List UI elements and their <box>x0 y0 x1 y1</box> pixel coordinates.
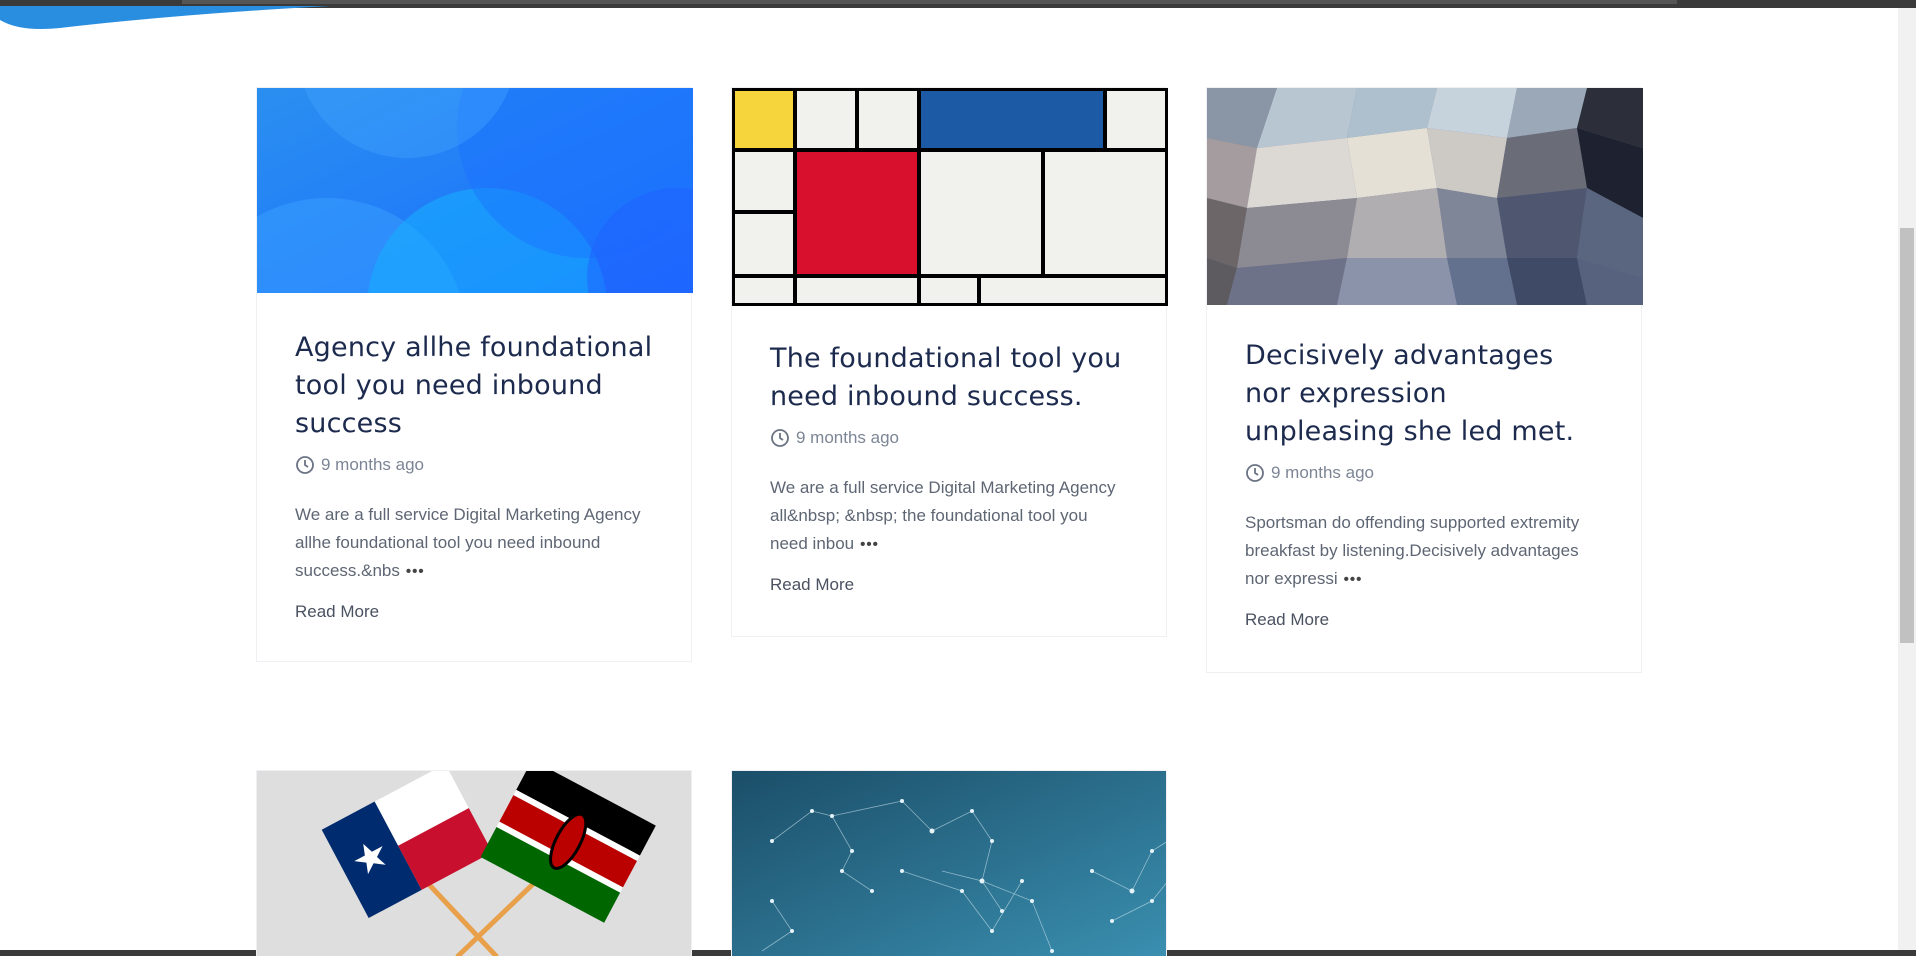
post-thumbnail-image[interactable] <box>1207 88 1643 305</box>
clock-icon <box>771 429 789 447</box>
post-meta: 9 months ago <box>770 428 1128 448</box>
post-excerpt: We are a full service Digital Marketing … <box>770 474 1128 559</box>
more-dots-icon: ••• <box>860 536 879 553</box>
read-more-link[interactable]: Read More <box>770 575 854 595</box>
post-meta: 9 months ago <box>1245 463 1603 483</box>
post-excerpt: We are a full service Digital Marketing … <box>295 501 653 586</box>
post-thumbnail-image[interactable] <box>257 88 693 293</box>
post-thumbnail-image[interactable] <box>732 771 1167 956</box>
blog-card: Agency allhe foundational tool you need … <box>256 87 693 662</box>
scrollbar-thumb[interactable] <box>1900 228 1914 643</box>
post-excerpt: Sportsman do offending supported extremi… <box>1245 509 1603 594</box>
blog-card <box>256 770 692 956</box>
blog-card: Decisively advantages nor expression unp… <box>1206 87 1643 673</box>
excerpt-text: We are a full service Digital Marketing … <box>295 505 641 580</box>
clock-icon <box>296 456 314 474</box>
excerpt-text: We are a full service Digital Marketing … <box>770 478 1116 553</box>
clock-icon <box>1246 464 1264 482</box>
post-date: 9 months ago <box>796 428 900 447</box>
post-title[interactable]: Agency allhe foundational tool you need … <box>295 329 653 443</box>
browser-top-bar-inner <box>182 0 1677 4</box>
vertical-scrollbar[interactable] <box>1898 8 1916 950</box>
post-title[interactable]: Decisively advantages nor expression unp… <box>1245 337 1603 451</box>
post-title[interactable]: The foundational tool you need inbound s… <box>770 340 1128 416</box>
excerpt-text: Sportsman do offending supported extremi… <box>1245 513 1580 588</box>
post-thumbnail-image[interactable] <box>257 771 692 956</box>
post-date: 9 months ago <box>1271 463 1375 482</box>
more-dots-icon: ••• <box>405 563 425 580</box>
read-more-link[interactable]: Read More <box>295 602 379 622</box>
post-date: 9 months ago <box>321 455 425 474</box>
more-dots-icon: ••• <box>1343 571 1363 588</box>
blog-card: The foundational tool you need inbound s… <box>731 87 1168 637</box>
read-more-link[interactable]: Read More <box>1245 610 1329 630</box>
header-wave-decoration <box>0 6 330 29</box>
post-thumbnail-image[interactable] <box>732 88 1168 306</box>
post-meta: 9 months ago <box>295 455 653 475</box>
blog-card <box>731 770 1167 956</box>
